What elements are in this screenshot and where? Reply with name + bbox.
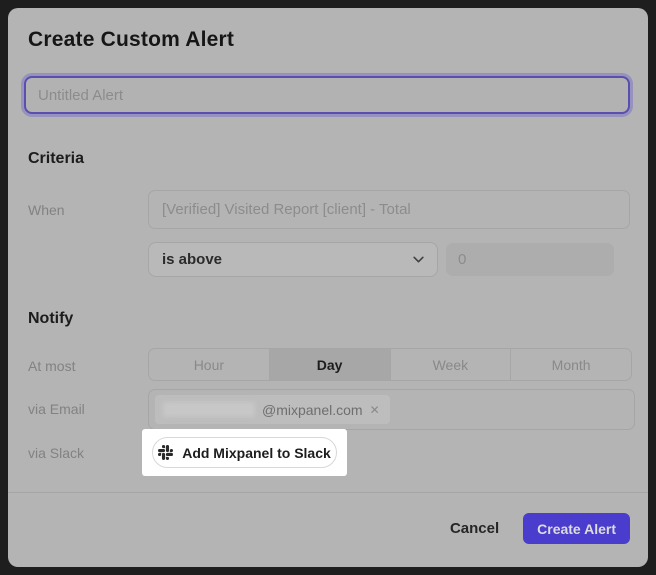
condition-select[interactable]: is above — [148, 242, 438, 277]
footer-actions: Cancel Create Alert — [450, 513, 630, 544]
modal-title: Create Custom Alert — [28, 28, 234, 52]
email-recipients-field[interactable]: @mixpanel.com ✕ — [148, 389, 635, 430]
remove-email-icon[interactable]: ✕ — [370, 404, 380, 416]
criteria-heading: Criteria — [28, 150, 84, 168]
notify-heading: Notify — [28, 310, 73, 328]
create-custom-alert-modal: Create Custom Alert Criteria When [Verif… — [8, 8, 648, 567]
footer-divider — [8, 492, 648, 493]
slack-icon — [158, 445, 173, 460]
event-query-text: [Verified] Visited Report [client] - Tot… — [162, 201, 411, 218]
add-mixpanel-to-slack-button[interactable]: Add Mixpanel to Slack — [152, 437, 337, 468]
frequency-option-hour[interactable]: Hour — [149, 349, 270, 380]
when-label: When — [28, 202, 65, 218]
email-chip: @mixpanel.com ✕ — [155, 395, 390, 424]
create-alert-button[interactable]: Create Alert — [523, 513, 630, 544]
chevron-down-icon — [413, 256, 424, 263]
tutorial-spotlight: Add Mixpanel to Slack — [142, 429, 347, 476]
frequency-segmented-control: Hour Day Week Month — [148, 348, 632, 381]
email-domain-text: @mixpanel.com — [262, 402, 363, 418]
condition-value: is above — [162, 251, 222, 268]
slack-button-label: Add Mixpanel to Slack — [182, 445, 331, 461]
at-most-label: At most — [28, 358, 75, 374]
alert-name-input[interactable] — [24, 76, 630, 114]
via-email-label: via Email — [28, 401, 85, 417]
event-query-field[interactable]: [Verified] Visited Report [client] - Tot… — [148, 190, 630, 229]
frequency-option-month[interactable]: Month — [511, 349, 631, 380]
threshold-input[interactable] — [446, 243, 614, 276]
cancel-button[interactable]: Cancel — [450, 520, 499, 537]
frequency-option-day[interactable]: Day — [270, 349, 391, 380]
email-redacted-blur — [163, 402, 255, 417]
frequency-option-week[interactable]: Week — [391, 349, 512, 380]
via-slack-label: via Slack — [28, 445, 84, 461]
